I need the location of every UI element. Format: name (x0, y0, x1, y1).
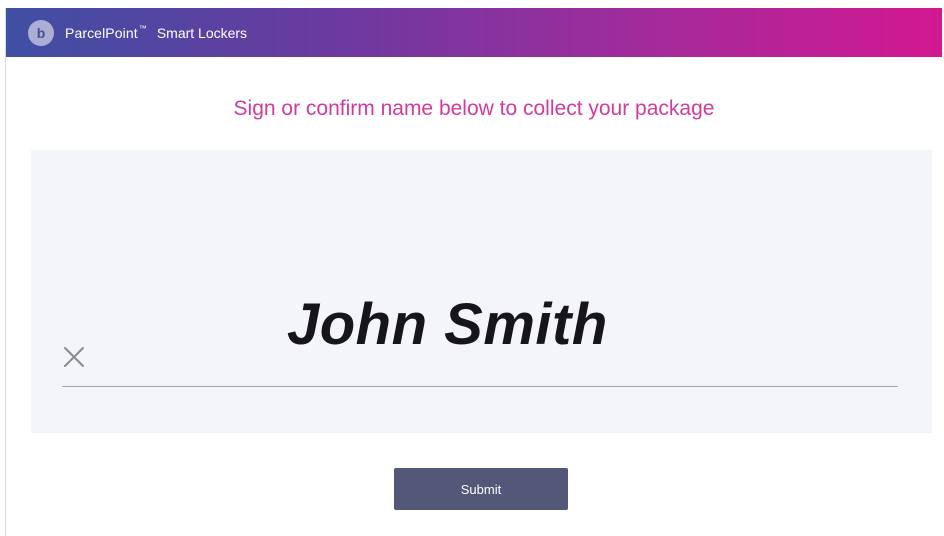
parcelpoint-logo-icon: b (28, 19, 54, 46)
brand-label: ParcelPoint (65, 24, 138, 41)
submit-button[interactable]: Submit (394, 468, 568, 510)
app-header: b ParcelPoint™ Smart Lockers (6, 8, 942, 57)
signature-baseline (62, 386, 898, 387)
signature-pad[interactable]: John Smith (31, 150, 932, 433)
close-icon[interactable] (62, 345, 86, 369)
brand-name: ParcelPoint™ (65, 23, 147, 41)
trademark-symbol: ™ (138, 23, 147, 33)
app-window: b ParcelPoint™ Smart Lockers Sign or con… (5, 8, 942, 536)
page-instruction: Sign or confirm name below to collect yo… (233, 97, 715, 120)
product-name: Smart Lockers (156, 24, 248, 41)
signature-text: John Smith (287, 292, 608, 357)
